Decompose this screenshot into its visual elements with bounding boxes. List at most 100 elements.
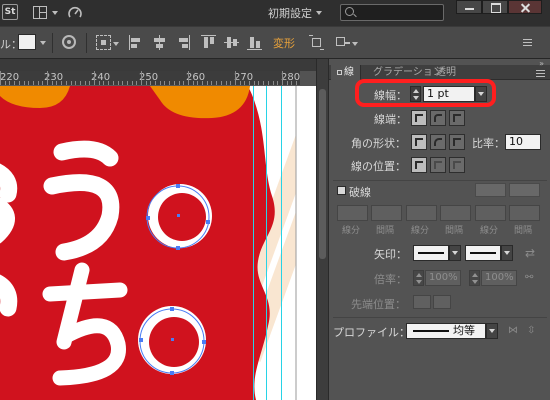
dashed-line-checkbox[interactable]	[337, 186, 346, 195]
bevel-join-button[interactable]	[449, 134, 465, 150]
profile-dropdown[interactable]	[486, 323, 498, 339]
start-arrowhead-dropdown[interactable]	[449, 245, 461, 261]
start-scale-field[interactable]: 100%	[425, 270, 461, 286]
horizontal-ruler[interactable]: 220 230 240 250 260 270 280	[0, 71, 300, 86]
align-bottom-icon[interactable]	[247, 35, 262, 50]
gpu-performance-icon[interactable]	[67, 5, 83, 21]
minimize-button[interactable]	[456, 0, 482, 14]
ruler-tick	[226, 81, 227, 85]
chevron-down-icon[interactable]	[352, 42, 358, 46]
ruler-tick	[193, 81, 194, 85]
align-middle-icon[interactable]	[224, 35, 239, 50]
align-center-stroke-icon	[415, 161, 423, 169]
align-inside-stroke-button[interactable]	[430, 157, 446, 173]
ruler-tick	[221, 81, 222, 85]
ruler-tick	[240, 81, 241, 85]
align-center-icon[interactable]	[152, 35, 167, 50]
ruler-tick	[42, 81, 43, 85]
corner-label: 角の形状：	[351, 137, 406, 150]
gap-field-1[interactable]	[371, 205, 402, 221]
chevron-down-icon[interactable]	[316, 11, 322, 15]
search-field[interactable]	[340, 4, 444, 21]
swap-arrowheads-icon[interactable]: ⇄	[525, 246, 535, 260]
isolate-object-icon[interactable]	[309, 35, 324, 50]
weight-field[interactable]: 1 pt	[423, 86, 475, 102]
gap-field-3[interactable]	[509, 205, 540, 221]
tab-transparency[interactable]: 透明	[430, 65, 462, 80]
envelope-warp-icon[interactable]	[335, 35, 350, 50]
arrowheads-label: 矢印：	[374, 248, 407, 261]
vertical-scrollbar[interactable]	[316, 59, 328, 400]
end-arrowhead-dropdown[interactable]	[501, 245, 513, 261]
stock-logo-icon[interactable]: St	[2, 4, 18, 20]
separator	[86, 33, 87, 53]
align-top-icon[interactable]	[201, 35, 216, 50]
ruler-tick	[0, 71, 1, 85]
arrow-tip-place-button[interactable]	[433, 295, 451, 309]
butt-cap-button[interactable]	[411, 110, 427, 126]
end-arrowhead-select[interactable]	[465, 245, 501, 261]
align-inside-stroke-icon	[434, 161, 442, 169]
projecting-cap-button[interactable]	[449, 110, 465, 126]
dash-field-1[interactable]	[337, 205, 368, 221]
control-bar-menu-icon[interactable]	[520, 35, 535, 50]
ruler-tick	[33, 81, 34, 85]
limit-field[interactable]: 10	[505, 134, 541, 150]
collapse-panel-icon[interactable]: »	[539, 59, 544, 68]
select-similar-icon[interactable]	[96, 35, 111, 50]
align-outside-stroke-button[interactable]	[449, 157, 465, 173]
flip-along-icon[interactable]: ⋈	[508, 325, 520, 337]
align-dash-button[interactable]	[509, 183, 540, 197]
round-cap-button[interactable]	[430, 110, 446, 126]
weight-stepper[interactable]	[410, 86, 421, 102]
artwork: うO	[0, 86, 316, 400]
ruler-tick	[216, 81, 217, 85]
align-center-stroke-button[interactable]	[411, 157, 427, 173]
layout-switcher-button[interactable]	[33, 6, 59, 20]
recolor-artwork-icon[interactable]	[62, 35, 76, 49]
transform-link[interactable]: 変形	[273, 35, 295, 51]
scrollbar-thumb[interactable]	[319, 89, 326, 259]
ruler-tick	[24, 81, 25, 85]
ruler-tick	[268, 81, 269, 85]
ruler-tick	[52, 81, 53, 85]
weight-dropdown[interactable]	[475, 86, 487, 102]
dash-field-3[interactable]	[475, 205, 506, 221]
flip-across-icon[interactable]: ⇳	[527, 325, 539, 337]
ruler-tick	[160, 81, 161, 85]
search-icon	[345, 7, 354, 16]
stroke-panel: 線 グラデーション 透明 » 線幅： 1 pt 線端： 角の形状： 比率： 10…	[328, 59, 550, 400]
end-scale-stepper[interactable]	[469, 270, 480, 286]
arrow-tip-extend-button[interactable]	[413, 295, 431, 309]
search-input[interactable]	[359, 6, 439, 19]
profile-select[interactable]: 均等	[406, 323, 486, 339]
chevron-down-icon[interactable]	[113, 42, 119, 46]
tab-stroke[interactable]: 線	[331, 65, 361, 80]
close-button[interactable]	[508, 0, 542, 14]
workspace-name[interactable]: 初期設定	[268, 5, 312, 21]
ruler-tick	[56, 81, 57, 85]
panel-menu-icon[interactable]	[536, 70, 545, 77]
start-arrowhead-select[interactable]	[413, 245, 449, 261]
round-join-button[interactable]	[430, 134, 446, 150]
artboard-canvas[interactable]: うO	[0, 86, 316, 400]
stroke-color-swatch[interactable]	[18, 34, 36, 50]
start-scale-stepper[interactable]	[413, 270, 424, 286]
round-join-icon	[434, 138, 442, 146]
chevron-down-icon[interactable]	[40, 41, 46, 45]
ruler-tick	[179, 81, 180, 85]
ruler-tick	[183, 81, 184, 85]
dash-field-2[interactable]	[406, 205, 437, 221]
dash-header: 線分	[411, 226, 430, 236]
ruler-tick	[75, 81, 76, 85]
dashed-line-label: 破線	[349, 186, 371, 199]
miter-join-button[interactable]	[411, 134, 427, 150]
gap-field-2[interactable]	[440, 205, 471, 221]
end-scale-field[interactable]: 100%	[481, 270, 517, 286]
ruler-tick	[296, 81, 297, 85]
preserve-dash-button[interactable]	[475, 183, 506, 197]
align-right-icon[interactable]	[175, 35, 190, 50]
link-scale-icon[interactable]: ⚯	[525, 272, 537, 284]
maximize-button[interactable]	[482, 0, 508, 14]
align-left-icon[interactable]	[129, 35, 144, 50]
